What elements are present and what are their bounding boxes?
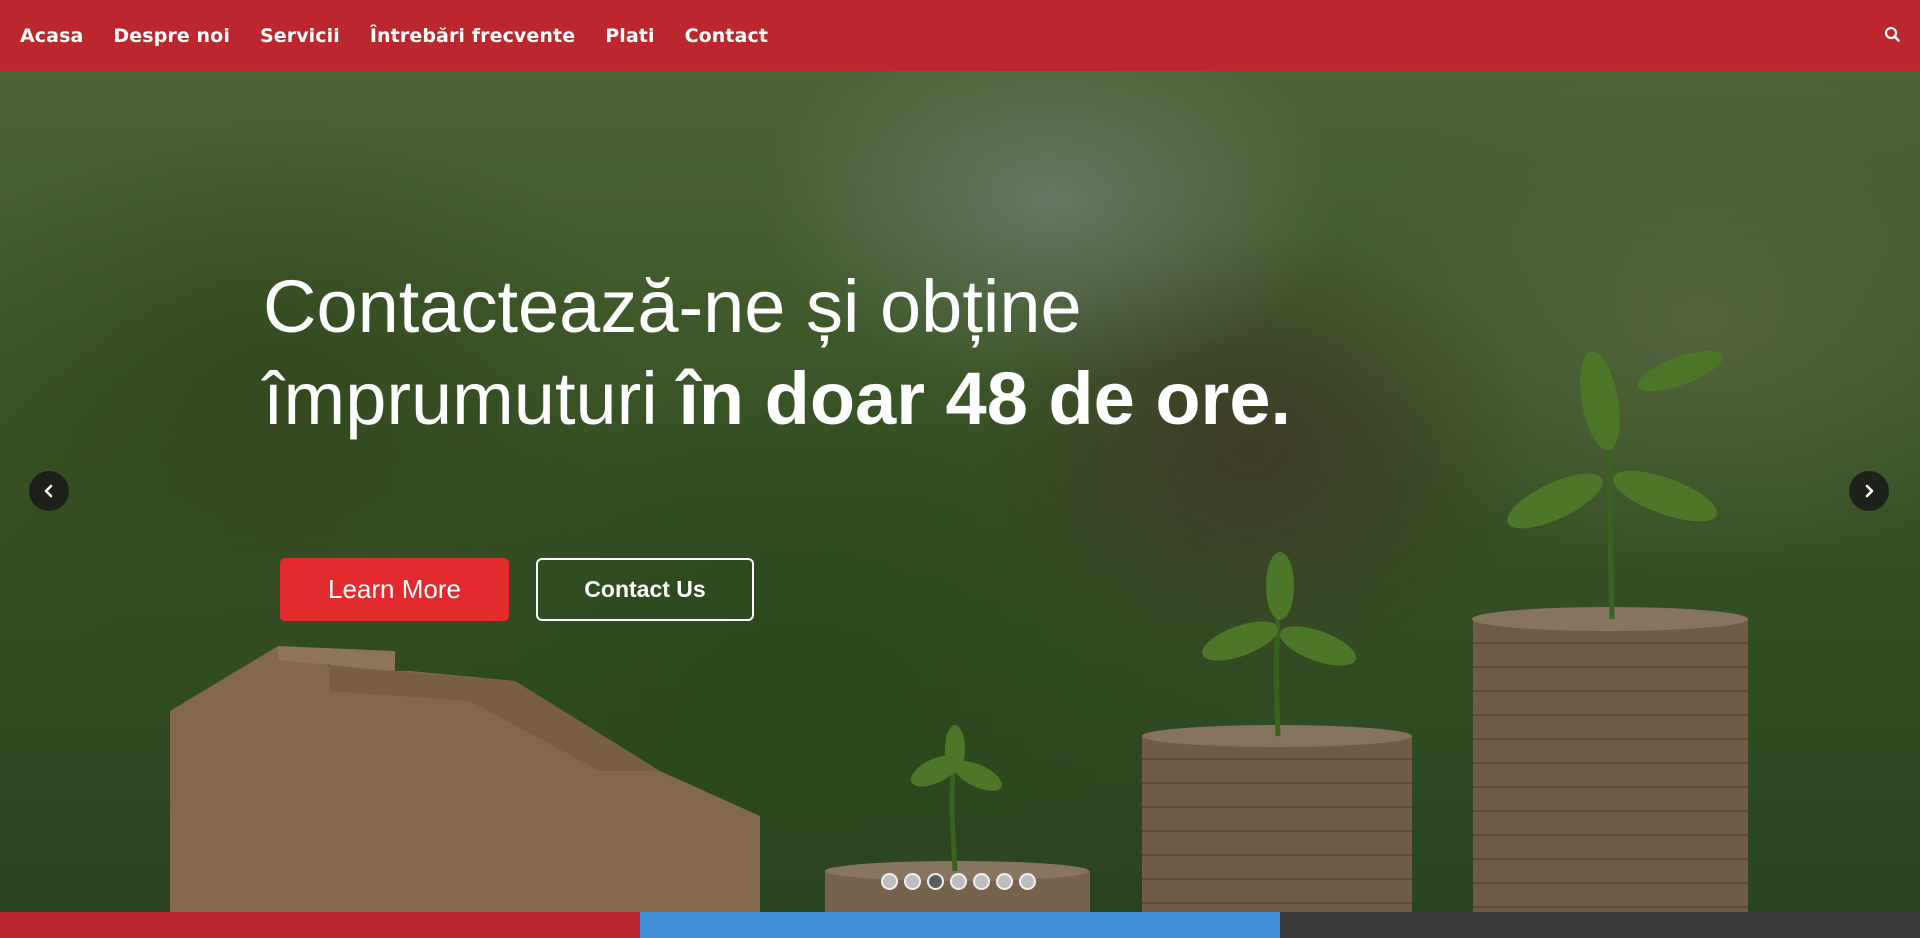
hero-slider: Contactează-ne și obține împrumuturi în … <box>0 71 1920 912</box>
hero-dark-overlay <box>0 71 1920 912</box>
slider-pagination <box>881 873 1042 890</box>
slider-dot[interactable] <box>927 873 944 890</box>
nav-item-servicii[interactable]: Servicii <box>260 25 340 47</box>
slider-dot[interactable] <box>904 873 921 890</box>
hero-heading-bold: în doar 48 de ore. <box>678 357 1292 440</box>
learn-more-button[interactable]: Learn More <box>280 558 509 621</box>
main-menu: Acasa Despre noi Servicii Întrebări frec… <box>20 25 798 47</box>
slider-dot[interactable] <box>1019 873 1036 890</box>
nav-item-contact[interactable]: Contact <box>685 25 768 47</box>
contact-us-button[interactable]: Contact Us <box>536 558 754 621</box>
slider-dot[interactable] <box>996 873 1013 890</box>
next-slide-button[interactable] <box>1849 471 1889 511</box>
hero-heading-line1: Contactează-ne și obține <box>263 265 1082 348</box>
nav-item-plati[interactable]: Plati <box>605 25 654 47</box>
top-navigation-bar: Acasa Despre noi Servicii Întrebări frec… <box>0 0 1920 71</box>
nav-item-acasa[interactable]: Acasa <box>20 25 83 47</box>
nav-item-intrebari-frecvente[interactable]: Întrebări frecvente <box>370 25 575 47</box>
slider-dot[interactable] <box>973 873 990 890</box>
feature-block-blue <box>640 912 1280 938</box>
chevron-right-icon <box>1865 484 1874 498</box>
feature-block-red <box>0 912 640 938</box>
chevron-left-icon <box>44 484 53 498</box>
hero-heading: Contactează-ne și obține împrumuturi în … <box>263 261 1363 445</box>
feature-block-dark <box>1280 912 1920 938</box>
previous-slide-button[interactable] <box>29 471 69 511</box>
search-icon[interactable] <box>1882 24 1904 46</box>
hero-heading-line2: împrumuturi <box>263 357 679 440</box>
slider-dot[interactable] <box>881 873 898 890</box>
slider-dot[interactable] <box>950 873 967 890</box>
feature-strip <box>0 912 1920 938</box>
nav-item-despre-noi[interactable]: Despre noi <box>113 25 230 47</box>
